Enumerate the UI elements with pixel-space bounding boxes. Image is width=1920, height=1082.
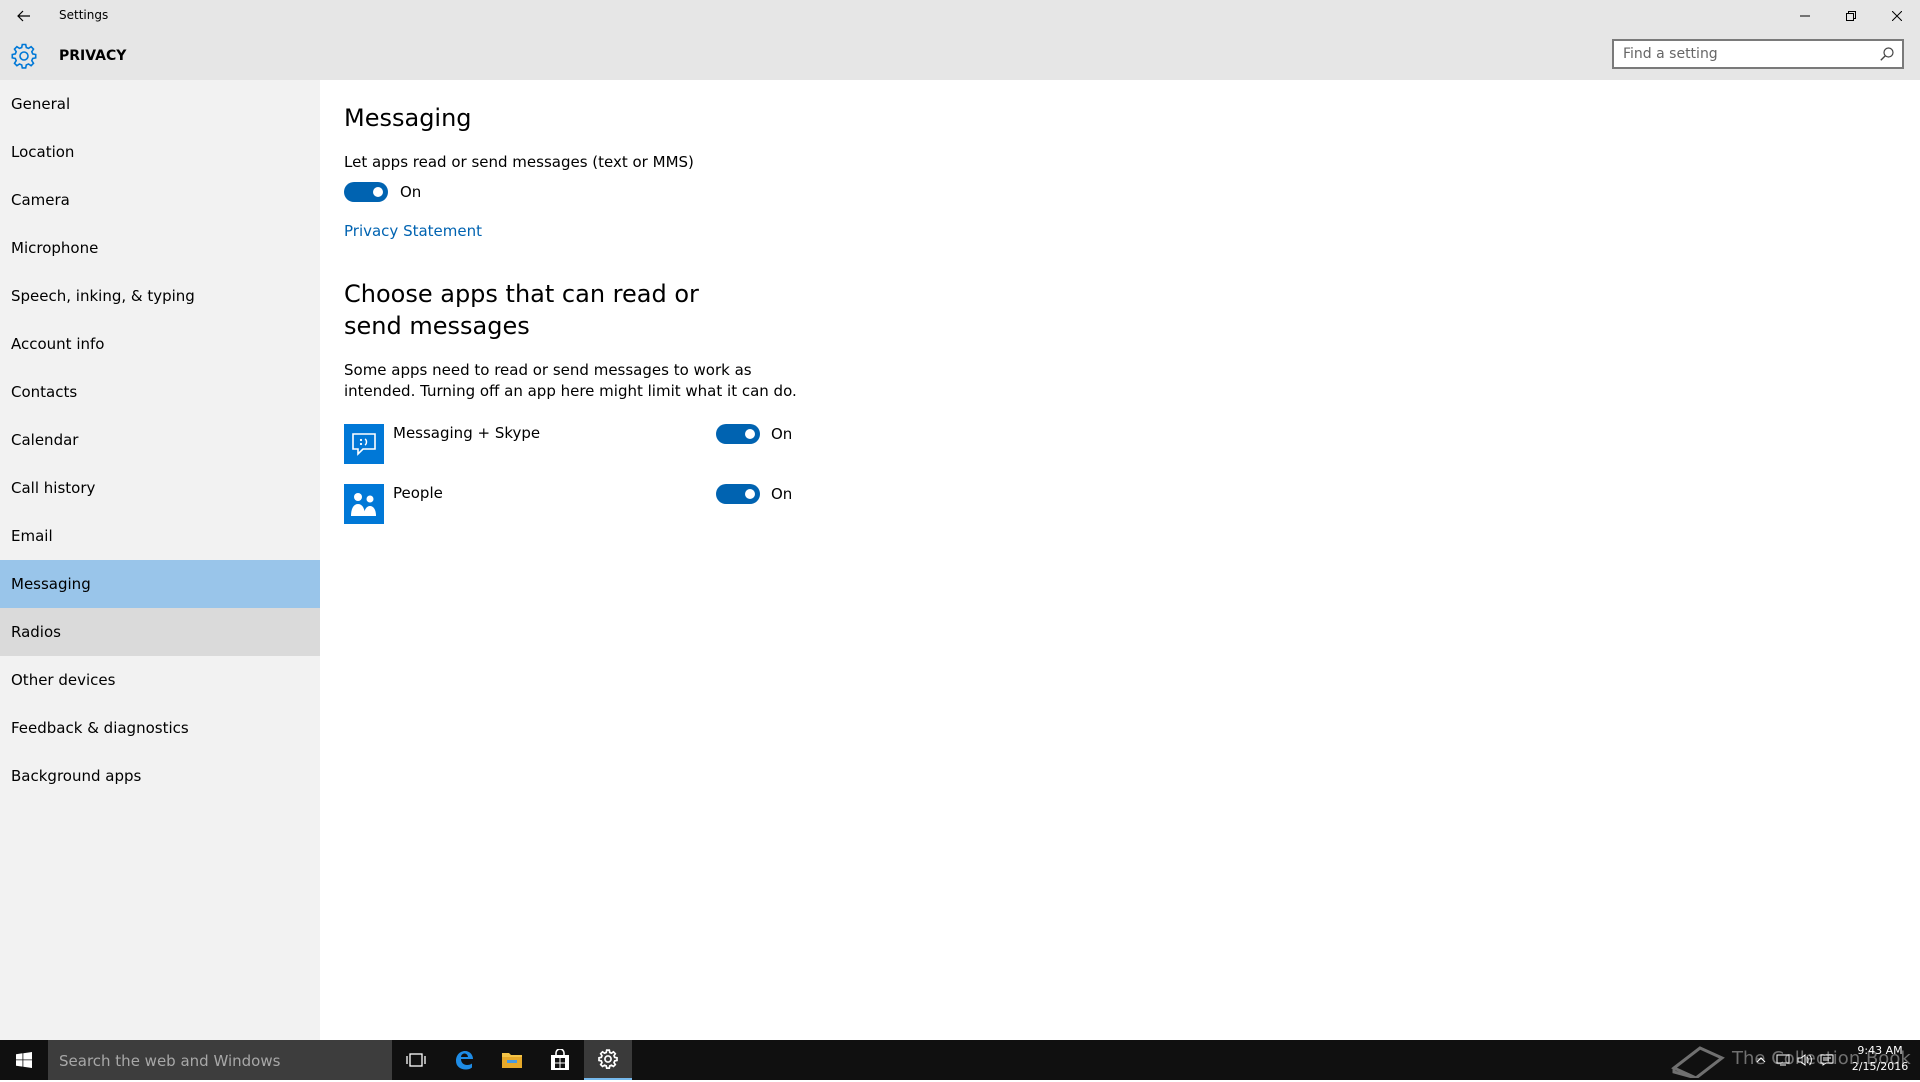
gear-icon (11, 43, 37, 69)
action-center-button[interactable] (1816, 1040, 1838, 1080)
action-center-icon (1820, 1054, 1834, 1066)
sidebar-item-label: Radios (11, 623, 61, 641)
toggle-knob (373, 187, 383, 197)
master-setting-label: Let apps read or send messages (text or … (344, 153, 694, 171)
back-arrow-icon (17, 10, 30, 22)
app-name: People (393, 484, 443, 502)
sidebar-item-contacts[interactable]: Contacts (0, 368, 320, 416)
window-controls (1782, 0, 1920, 32)
app-toggle-state: On (771, 425, 793, 443)
task-view-button[interactable] (392, 1040, 440, 1080)
sidebar-item-label: Feedback & diagnostics (11, 719, 189, 737)
master-toggle-state: On (400, 183, 422, 201)
section-heading: Messaging (344, 104, 472, 132)
sidebar-item-label: Account info (11, 335, 105, 353)
close-icon (1892, 11, 1902, 21)
search-icon[interactable] (1880, 47, 1894, 61)
sidebar-item-general[interactable]: General (0, 80, 320, 128)
clock-time: 9:43 AM (1857, 1044, 1903, 1057)
app-name: Messaging + Skype (393, 424, 541, 442)
chevron-up-icon (1756, 1057, 1766, 1063)
show-hidden-icons-button[interactable] (1750, 1040, 1772, 1080)
start-button[interactable] (0, 1040, 48, 1080)
sidebar-item-label: Contacts (11, 383, 78, 401)
restore-icon (1846, 11, 1856, 21)
people-icon (351, 493, 376, 516)
sidebar-item-other-devices[interactable]: Other devices (0, 656, 320, 704)
sidebar-item-messaging[interactable]: Messaging (0, 560, 320, 608)
sidebar-item-label: General (11, 95, 71, 113)
task-view-icon (406, 1053, 426, 1067)
search-box[interactable] (1612, 39, 1904, 69)
back-button[interactable] (10, 4, 38, 28)
sidebar-item-label: Camera (11, 191, 70, 209)
network-button[interactable] (1772, 1040, 1794, 1080)
toggle-knob (745, 429, 755, 439)
messaging-skype-icon (352, 433, 376, 456)
sidebar-item-label: Email (11, 527, 53, 545)
main-content: Messaging Let apps read or send messages… (320, 80, 1920, 1040)
title-bar: Settings (0, 0, 1920, 32)
privacy-statement-link[interactable]: Privacy Statement (344, 222, 482, 240)
minimize-icon (1800, 15, 1810, 17)
settings-icon (598, 1049, 618, 1069)
sidebar-item-label: Calendar (11, 431, 79, 449)
sidebar-item-calendar[interactable]: Calendar (0, 416, 320, 464)
app-tile-messaging-skype (344, 424, 384, 464)
sidebar-item-label: Location (11, 143, 75, 161)
toggle-knob (745, 489, 755, 499)
apps-heading: Choose apps that can read or send messag… (344, 280, 699, 340)
settings-header: PRIVACY (0, 32, 1920, 80)
sidebar-item-label: Microphone (11, 239, 99, 257)
window-title: Settings (59, 8, 109, 22)
sidebar-item-microphone[interactable]: Microphone (0, 224, 320, 272)
app-toggle-messaging-skype[interactable] (716, 424, 760, 444)
settings-taskbar-button[interactable] (584, 1040, 632, 1080)
page-title: PRIVACY (59, 48, 127, 64)
book-icon (1671, 1046, 1725, 1078)
file-explorer-button[interactable] (488, 1040, 536, 1080)
store-button[interactable] (536, 1040, 584, 1080)
sidebar: General Location Camera Microphone Speec… (0, 80, 320, 1040)
restore-button[interactable] (1828, 0, 1874, 32)
sidebar-item-label: Speech, inking, & typing (11, 287, 195, 305)
sidebar-item-background-apps[interactable]: Background apps (0, 752, 320, 800)
app-toggle-people[interactable] (716, 484, 760, 504)
sidebar-item-radios[interactable]: Radios (0, 608, 320, 656)
sidebar-item-label: Background apps (11, 767, 142, 785)
volume-button[interactable] (1794, 1040, 1816, 1080)
app-toggle-state: On (771, 485, 793, 503)
sidebar-item-speech[interactable]: Speech, inking, & typing (0, 272, 320, 320)
windows-logo-icon (16, 1052, 32, 1068)
sidebar-item-camera[interactable]: Camera (0, 176, 320, 224)
volume-icon (1797, 1054, 1812, 1066)
app-tile-people (344, 484, 384, 524)
sidebar-item-email[interactable]: Email (0, 512, 320, 560)
system-tray (1750, 1040, 1838, 1080)
taskbar: The Collection Book 9:43 AM 2/15/2016 (0, 1040, 1920, 1082)
sidebar-item-call-history[interactable]: Call history (0, 464, 320, 512)
apps-description: Some apps need to read or send messages … (344, 361, 797, 400)
search-input[interactable] (1614, 41, 1873, 67)
sidebar-item-account-info[interactable]: Account info (0, 320, 320, 368)
sidebar-item-feedback[interactable]: Feedback & diagnostics (0, 704, 320, 752)
sidebar-item-label: Other devices (11, 671, 116, 689)
store-icon (551, 1049, 569, 1070)
edge-button[interactable] (440, 1040, 488, 1080)
clock-date: 2/15/2016 (1851, 1060, 1909, 1073)
edge-icon (456, 1051, 473, 1070)
file-explorer-icon (502, 1053, 522, 1068)
sidebar-item-location[interactable]: Location (0, 128, 320, 176)
taskbar-search-box[interactable] (48, 1040, 392, 1082)
network-icon (1776, 1054, 1790, 1066)
taskbar-clock[interactable]: 9:43 AM 2/15/2016 (1850, 1043, 1910, 1075)
taskbar-search-input[interactable] (48, 1040, 391, 1082)
close-button[interactable] (1874, 0, 1920, 32)
sidebar-item-label: Call history (11, 479, 96, 497)
minimize-button[interactable] (1782, 0, 1828, 32)
master-toggle[interactable] (344, 182, 388, 202)
sidebar-item-label: Messaging (11, 575, 91, 593)
